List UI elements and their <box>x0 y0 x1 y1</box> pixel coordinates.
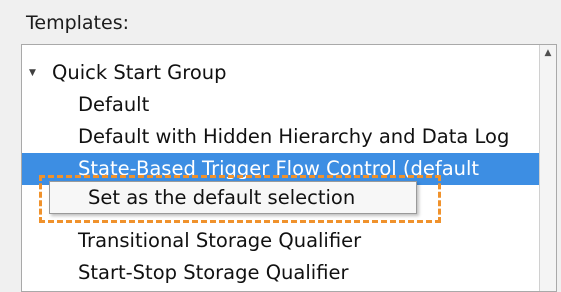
arrow-up-icon[interactable]: ▲ <box>540 45 556 62</box>
context-menu-set-default[interactable]: Set as the default selection <box>49 181 417 214</box>
tree-item-transitional-storage[interactable]: Transitional Storage Qualifier <box>22 225 540 257</box>
context-menu-item-label: Set as the default selection <box>88 186 356 209</box>
tree-group-label: Quick Start Group <box>52 61 227 84</box>
vertical-scrollbar[interactable]: ▲ <box>539 45 556 291</box>
tree-item-default-hidden-hierarchy[interactable]: Default with Hidden Hierarchy and Data L… <box>22 121 540 153</box>
templates-panel: Templates: ▼ Quick Start Group Default D… <box>0 0 561 292</box>
triangle-down-icon[interactable]: ▼ <box>29 57 36 89</box>
tree-item-default[interactable]: Default <box>22 89 540 121</box>
tree-group-quick-start[interactable]: ▼ Quick Start Group <box>22 57 540 89</box>
templates-label: Templates: <box>26 12 129 34</box>
tree-item-label: Default with Hidden Hierarchy and Data L… <box>78 125 510 148</box>
tree-item-label: Start-Stop Storage Qualifier <box>78 261 349 284</box>
tree-item-label: Default <box>78 93 150 116</box>
tree-item-start-stop-storage[interactable]: Start-Stop Storage Qualifier <box>22 257 540 289</box>
templates-tree[interactable]: ▼ Quick Start Group Default Default with… <box>21 44 557 292</box>
tree-item-label: Transitional Storage Qualifier <box>78 229 362 252</box>
